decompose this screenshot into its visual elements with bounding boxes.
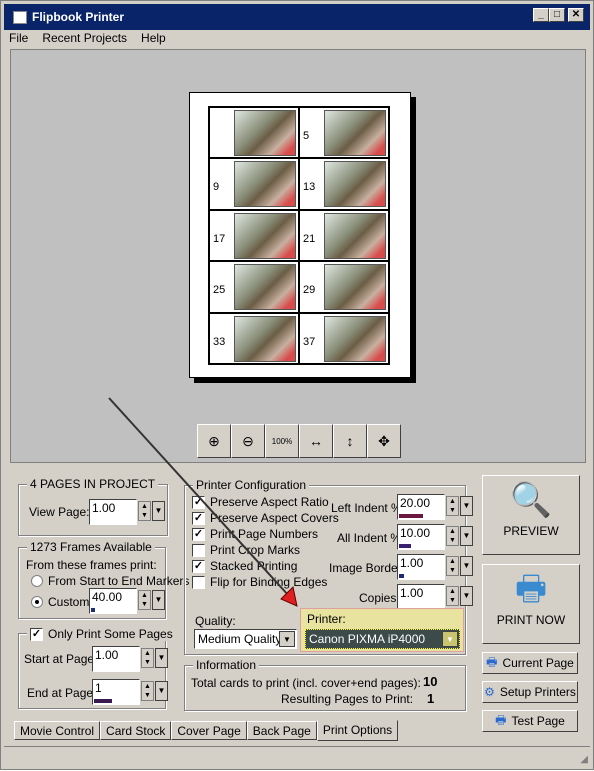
arrow-line (108, 397, 290, 597)
annotation-arrow (108, 397, 298, 607)
app-window: Flipbook Printer _ □ ✕ File Recent Proje… (0, 0, 594, 770)
